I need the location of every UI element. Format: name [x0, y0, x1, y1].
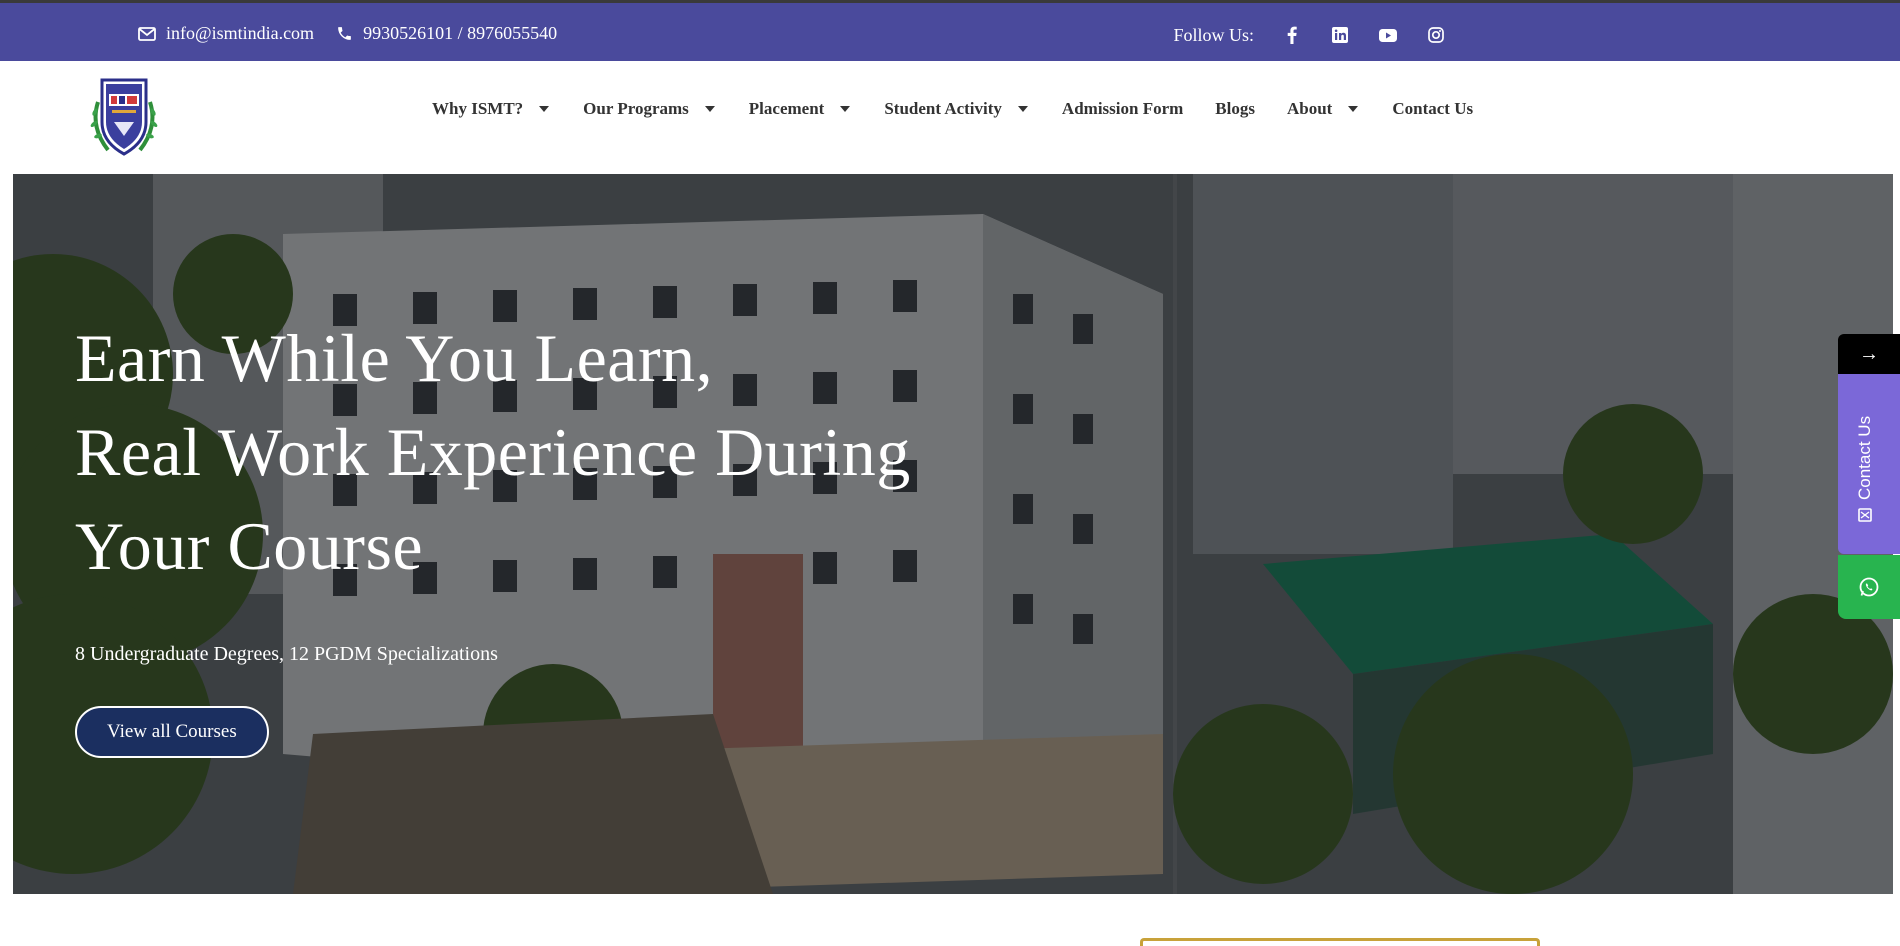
nav-label: Admission Form [1061, 99, 1184, 118]
hero-headline-line-2: Real Work Experience During [75, 414, 911, 490]
nav-why-ismt[interactable]: Why ISMT? [432, 99, 550, 119]
nav-label: Why ISMT? [432, 99, 524, 118]
nav-our-programs[interactable]: Our Programs [583, 99, 715, 119]
hero-banner: Earn While You Learn, Real Work Experien… [13, 174, 1893, 894]
nav-label: About [1286, 99, 1333, 118]
caret-down-icon [539, 106, 550, 112]
email-text: info@ismtindia.com [166, 23, 315, 43]
whatsapp-icon [1859, 577, 1879, 597]
envelope-icon [1858, 508, 1872, 522]
nav-label: Blogs [1215, 99, 1255, 118]
hero-subtitle: 8 Undergraduate Degrees, 12 PGDM Special… [75, 643, 498, 665]
site-header: Why ISMT? Our Programs Placement Student… [0, 61, 1900, 173]
side-contact-us-tab[interactable]: Contact Us [1838, 374, 1900, 554]
nav-label: Contact Us [1392, 99, 1474, 118]
nav-student-activity[interactable]: Student Activity [884, 99, 1028, 119]
nav-contact-us[interactable]: Contact Us [1392, 99, 1473, 119]
main-nav: Why ISMT? Our Programs Placement Student… [432, 99, 1473, 119]
certificate-frame-edge [1140, 938, 1540, 946]
contact-tab-content: Contact Us [1855, 416, 1875, 522]
youtube-icon[interactable] [1364, 23, 1412, 47]
facebook-icon[interactable] [1268, 23, 1316, 47]
nav-label: Our Programs [583, 99, 689, 118]
top-contact-bar: info@ismtindia.com 9930526101 / 89760555… [0, 0, 1900, 61]
email-link[interactable]: info@ismtindia.com [138, 23, 314, 44]
caret-down-icon [840, 106, 851, 112]
whatsapp-button[interactable] [1838, 555, 1900, 619]
linkedin-icon[interactable] [1316, 23, 1364, 47]
caret-down-icon [1017, 106, 1028, 112]
contact-tab-label: Contact Us [1855, 415, 1874, 500]
contact-info: info@ismtindia.com 9930526101 / 89760555… [138, 23, 579, 44]
phone-icon [338, 27, 351, 40]
phone-text: 9930526101 / 8976055540 [363, 23, 558, 43]
hero-headline-line-1: Earn While You Learn, [75, 320, 714, 396]
nav-label: Placement [748, 99, 825, 118]
view-all-courses-button[interactable]: View all Courses [75, 706, 269, 758]
nav-about[interactable]: About [1286, 99, 1359, 119]
caret-down-icon [1348, 106, 1359, 112]
side-arrow-button[interactable]: → [1838, 334, 1900, 374]
caret-down-icon [704, 106, 715, 112]
social-follow: Follow Us: [1173, 23, 1460, 47]
phone-link[interactable]: 9930526101 / 8976055540 [336, 23, 557, 44]
nav-label: Student Activity [884, 99, 1002, 118]
instagram-icon[interactable] [1412, 23, 1460, 47]
hero-headline-line-3: Your Course [75, 508, 424, 584]
hero-content: Earn While You Learn, Real Work Experien… [75, 311, 911, 758]
ismt-logo[interactable] [86, 72, 162, 160]
nav-placement[interactable]: Placement [749, 99, 851, 119]
follow-label: Follow Us: [1173, 24, 1254, 45]
envelope-icon [138, 26, 156, 41]
nav-blogs[interactable]: Blogs [1215, 99, 1255, 119]
nav-admission-form[interactable]: Admission Form [1062, 99, 1183, 119]
hero-headline: Earn While You Learn, Real Work Experien… [75, 311, 911, 593]
